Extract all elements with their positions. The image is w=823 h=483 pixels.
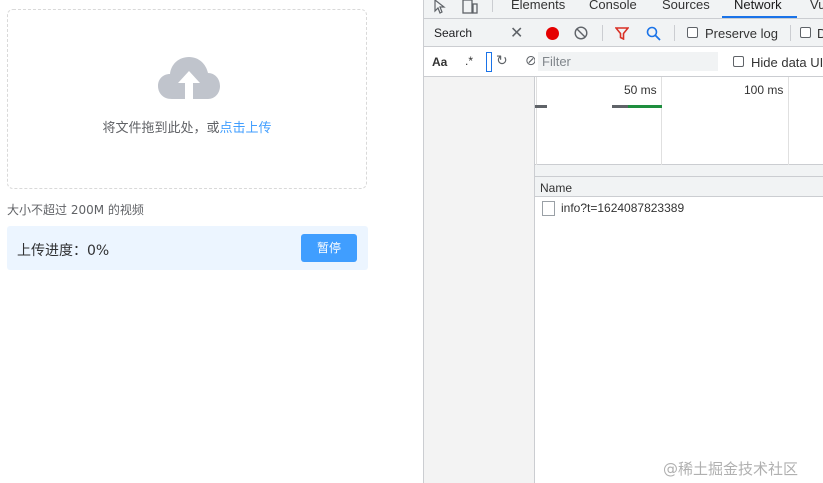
search-header: Search ✕ [424,19,535,47]
hide-data-urls-checkbox[interactable] [733,56,744,67]
clear-log-icon[interactable] [574,26,588,40]
close-icon[interactable]: ✕ [510,23,523,43]
upload-progress-label: 上传进度：0% [17,243,110,259]
overview-tick-label: 100 ms [744,83,784,97]
filter-icon[interactable] [615,27,629,40]
overview-request-bar [612,105,628,108]
preserve-log-label: Preserve log [705,26,778,41]
search-drawer: Search ✕ Aa .* ↻ ⊘ [424,19,537,483]
overview-gridline [536,77,537,165]
devtools-tabbar: Elements Console Sources Network Vu [424,0,823,19]
preserve-log-checkbox[interactable] [687,27,698,38]
toolbar-divider [790,25,791,41]
network-toolbar: Preserve log D [535,19,823,47]
disable-cache-label: D [817,26,823,41]
upload-size-tip: 大小不超过 200M 的视频 [7,203,144,217]
toolbar-divider [602,25,603,41]
overview-request-bar [535,105,547,108]
record-icon[interactable] [546,27,559,40]
devtools-panel: Elements Console Sources Network Vu Sear… [423,0,823,483]
dropzone-hint: 将文件拖到此处，或 [102,121,220,136]
overview-tick-label: 50 ms [624,83,657,97]
document-icon [542,201,555,216]
watermark: @稀土掘金技术社区 [663,460,799,478]
search-options: Aa .* ↻ ⊘ [424,47,537,77]
search-icon[interactable] [646,26,661,41]
filter-bar: Hide data UI [535,47,823,77]
tab-elements[interactable]: Elements [511,0,565,12]
toolbar-divider [492,0,493,12]
upload-pane: 将文件拖到此处，或点击上传 大小不超过 200M 的视频 上传进度：0% 暂停 [0,0,423,483]
active-tab-indicator [722,16,797,18]
hide-data-urls-label: Hide data UI [751,55,823,70]
request-table-header: Name [535,177,823,197]
filter-input[interactable] [538,52,718,71]
inspect-element-icon[interactable] [434,0,450,14]
network-panel: Preserve log D Hide data UI 50 ms 100 ms [535,19,823,483]
tab-network[interactable]: Network [734,0,782,12]
screen: 将文件拖到此处，或点击上传 大小不超过 200M 的视频 上传进度：0% 暂停 … [0,0,823,483]
dropzone-text: 将文件拖到此处，或点击上传 [8,117,366,136]
overview-gridline [661,77,662,165]
network-overview[interactable]: 50 ms 100 ms [535,77,823,165]
click-upload-link[interactable]: 点击上传 [220,121,272,136]
cloud-upload-icon [158,57,220,99]
overview-gridline [788,77,789,165]
tab-sources[interactable]: Sources [662,0,710,12]
column-name-header[interactable]: Name [540,181,572,195]
search-title: Search [434,26,473,40]
pause-button[interactable]: 暂停 [301,234,357,262]
match-case-toggle[interactable]: Aa [432,55,447,69]
search-input[interactable] [486,52,492,72]
table-row[interactable]: info?t=1624087823389 [535,197,823,219]
regex-toggle[interactable]: .* [465,54,473,68]
device-toolbar-icon[interactable] [462,0,478,14]
disable-cache-checkbox[interactable] [800,27,811,38]
overview-divider [535,165,823,177]
upload-progress-box: 上传进度：0% 暂停 [7,226,368,270]
overview-request-bar [628,105,662,108]
tab-console[interactable]: Console [589,0,637,12]
request-name: info?t=1624087823389 [561,201,685,215]
refresh-icon[interactable]: ↻ [496,52,508,69]
toolbar-divider [674,25,675,41]
upload-dropzone[interactable]: 将文件拖到此处，或点击上传 [7,9,367,189]
tab-vue[interactable]: Vu [810,0,823,12]
